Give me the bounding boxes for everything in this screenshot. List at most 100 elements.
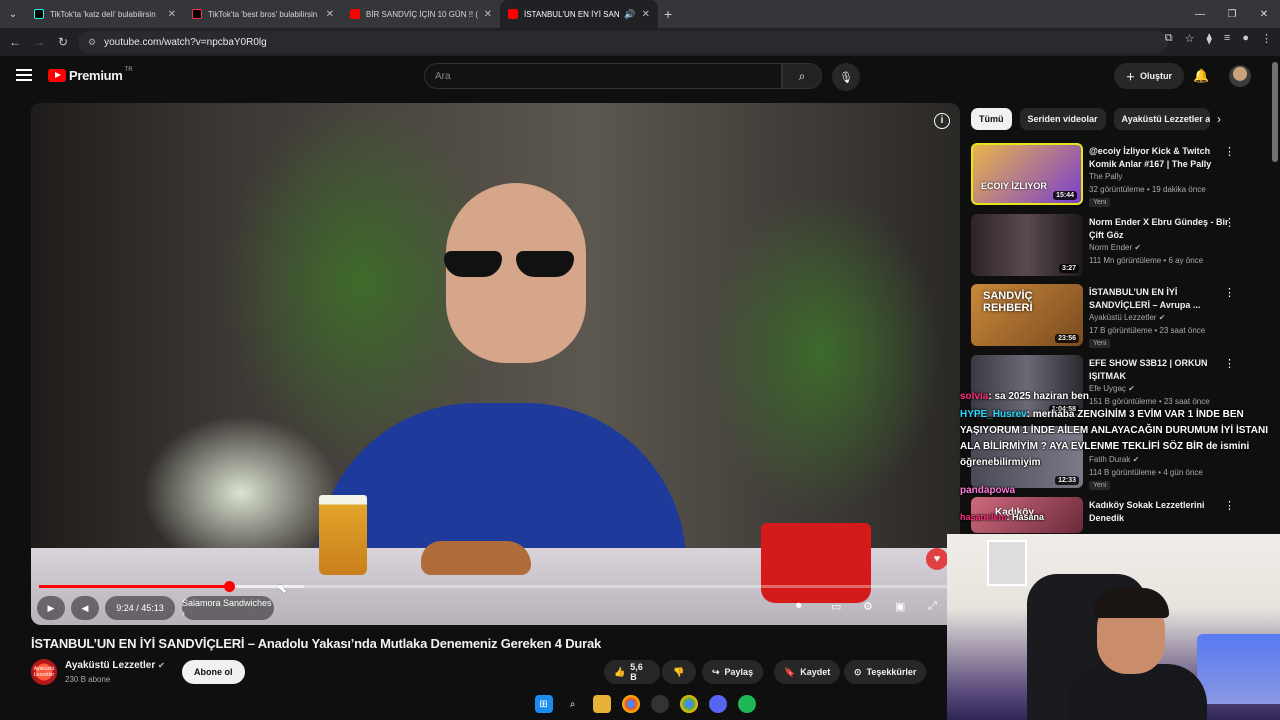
tiktok-icon <box>34 9 44 19</box>
video-player[interactable]: i ♥ ⬉ ▶ ◀ 9:24 / 45:13 Salamora Sandwich… <box>31 103 960 625</box>
heart-badge-icon[interactable]: ♥ <box>926 548 948 570</box>
taskbar-search-icon[interactable]: ⌕ <box>564 695 582 713</box>
info-icon[interactable]: i <box>934 113 950 129</box>
video-sandwich <box>421 541 531 575</box>
more-options-icon[interactable]: ⋮ <box>1224 357 1235 370</box>
discord-icon[interactable] <box>708 695 727 713</box>
restore-icon[interactable]: ❐ <box>1216 9 1248 20</box>
chat-message: solvia: sa 2025 haziran ben <box>960 389 1270 405</box>
new-tab-button[interactable]: + <box>664 6 672 22</box>
share-button[interactable]: ↪ Paylaş <box>702 660 764 684</box>
recommendation-filter-chips: Tümü Seriden videolar Ayaküstü Lezzetler… <box>971 108 1210 130</box>
recommendation-channel[interactable]: Norm Ender ✔ <box>1089 243 1141 252</box>
close-window-icon[interactable]: ✕ <box>1248 9 1280 20</box>
volume-button[interactable]: ◀ <box>71 596 99 620</box>
menu-kebab-icon[interactable]: ⋮ <box>1261 32 1272 45</box>
windows-start-icon[interactable]: ⊞ <box>534 695 553 713</box>
youtube-premium-logo[interactable]: Premium TR <box>48 67 133 83</box>
browser-tab[interactable]: TikTok'ta 'best bros' bulabilirsin ✕ <box>184 0 342 28</box>
menu-hamburger-icon[interactable] <box>16 69 32 81</box>
thanks-button[interactable]: ⊙ Teşekkürler <box>844 660 927 684</box>
speaker-icon[interactable]: 🔊 <box>624 9 635 20</box>
close-tab-icon[interactable]: ✕ <box>642 9 650 20</box>
bookmark-star-icon[interactable]: ☆ <box>1185 32 1195 45</box>
search-button[interactable]: ⌕ <box>782 63 822 89</box>
webcam-person-hair <box>1093 588 1169 618</box>
back-icon[interactable]: ← <box>3 35 27 49</box>
autoplay-toggle[interactable]: ⏺ <box>796 600 802 613</box>
chat-username: HYPE_Husrev <box>960 409 1027 420</box>
account-avatar[interactable] <box>1229 65 1251 87</box>
like-button[interactable]: 👍 5,6 B <box>604 660 660 684</box>
more-options-icon[interactable]: ⋮ <box>1224 216 1235 229</box>
video-thumbnail[interactable]: 3:27 <box>971 214 1083 276</box>
dislike-button[interactable]: 👎 <box>662 660 696 684</box>
time-display: 9:24 / 45:13 <box>105 596 175 620</box>
more-options-icon[interactable]: ⋮ <box>1224 286 1235 299</box>
extensions-icon[interactable]: ⧫ <box>1206 32 1211 45</box>
progress-scrubber[interactable] <box>223 581 235 592</box>
new-badge: Yeni <box>1089 339 1111 348</box>
profile-icon[interactable]: ● <box>1242 32 1249 45</box>
minimize-icon[interactable]: — <box>1184 9 1216 20</box>
chapter-button[interactable]: Salamora Sandwiches › <box>182 596 274 620</box>
recommendation-item[interactable]: ECOIY İZLIYOR 15:44 @ecoiy İzliyor Kick … <box>971 143 1271 207</box>
obs-icon[interactable] <box>650 695 669 713</box>
recommendation-item[interactable]: 3:27 Norm Ender X Ebru Gündeş - Bir Çift… <box>971 214 1271 278</box>
file-explorer-icon[interactable] <box>592 695 611 713</box>
play-button[interactable]: ▶ <box>37 596 65 620</box>
page-scrollbar[interactable] <box>1272 62 1278 162</box>
close-tab-icon[interactable]: ✕ <box>168 9 176 20</box>
channel-avatar[interactable]: Ayaküstü Lezzetler <box>31 659 57 685</box>
recommendation-title[interactable]: Norm Ender X Ebru Gündeş - Bir Çift Göz <box>1089 216 1231 242</box>
recommendation-channel[interactable]: Ayaküstü Lezzetler ✔ <box>1089 313 1165 322</box>
fullscreen-icon[interactable]: ⤢ <box>928 600 937 613</box>
more-options-icon[interactable]: ⋮ <box>1224 145 1235 158</box>
reload-icon[interactable]: ↻ <box>51 35 75 49</box>
chat-message: hasanelem: Hasana <box>960 509 1270 525</box>
recommendation-item[interactable]: SANDVİÇ REHBERİ 23:56 İSTANBUL’UN EN İYİ… <box>971 284 1271 348</box>
search-input[interactable]: Ara <box>424 63 782 89</box>
toolbar-actions: ⧉ ☆ ⧫ ≡ ● ⋮ <box>1165 32 1272 45</box>
chip-all[interactable]: Tümü <box>971 108 1012 130</box>
recommendation-title[interactable]: İSTANBUL’UN EN İYİ SANDVİÇLERİ – Avrupa … <box>1089 286 1231 312</box>
browser-tab[interactable]: BİR SANDVİÇ İÇİN 10 GÜN !! (P ✕ <box>342 0 500 28</box>
recommendation-meta: 17 B görüntüleme • 23 saat önce <box>1089 326 1206 335</box>
recommendation-title[interactable]: @ecoiy İzliyor Kick & Twitch Komik Anlar… <box>1089 145 1231 171</box>
chrome-icon[interactable] <box>679 695 698 713</box>
save-button[interactable]: 🔖 Kaydet <box>774 660 841 684</box>
channel-name-text: Ayaküstü Lezzetler <box>65 660 156 671</box>
chrome-icon[interactable] <box>621 695 640 713</box>
media-icon[interactable]: ≡ <box>1224 32 1230 45</box>
notifications-bell-icon[interactable]: 🔔 <box>1193 68 1209 84</box>
bookmark-icon: 🔖 <box>784 666 796 677</box>
browser-tab-active[interactable]: İSTANBUL'UN EN İYİ SANDV 🔊 ✕ <box>500 0 658 28</box>
subtitles-icon[interactable]: ▭ <box>831 600 841 613</box>
voice-search-button[interactable]: 🎙 <box>832 63 860 91</box>
create-button[interactable]: ＋ Oluştur <box>1114 63 1185 89</box>
chevron-right-icon[interactable]: › <box>1217 112 1221 126</box>
youtube-logo-icon <box>48 69 66 82</box>
video-thumbnail[interactable]: SANDVİÇ REHBERİ 23:56 <box>971 284 1083 346</box>
forward-icon[interactable]: → <box>27 35 51 49</box>
spotify-icon[interactable] <box>737 695 756 713</box>
progress-bar[interactable] <box>39 581 952 592</box>
settings-gear-icon[interactable]: ⚙ <box>863 600 873 613</box>
recommendation-channel[interactable]: The Pally <box>1089 172 1122 181</box>
chip-channel[interactable]: Ayaküstü Lezzetler ad <box>1113 108 1210 130</box>
recommendation-title[interactable]: EFE SHOW S3B12 | ORKUN IŞITMAK <box>1089 357 1231 383</box>
cast-icon[interactable]: ⧉ <box>1165 32 1173 45</box>
video-thumbnail[interactable]: ECOIY İZLIYOR 15:44 <box>971 143 1083 205</box>
subscribe-button[interactable]: Abone ol <box>182 660 245 684</box>
channel-name[interactable]: Ayaküstü Lezzetler ✔ <box>65 660 165 671</box>
close-tab-icon[interactable]: ✕ <box>326 9 334 20</box>
close-tab-icon[interactable]: ✕ <box>484 9 492 20</box>
theater-mode-icon[interactable]: ▣ <box>895 600 905 613</box>
browser-tab[interactable]: TikTok'ta 'katz deli' bulabilirsin ✕ <box>26 0 184 28</box>
address-bar[interactable]: ⚙ youtube.com/watch?v=npcbaY0R0lg <box>78 31 1168 53</box>
chat-text: : sa 2025 haziran ben <box>988 391 1089 402</box>
video-duration: 23:56 <box>1055 334 1079 343</box>
chip-series[interactable]: Seriden videolar <box>1019 108 1106 130</box>
tab-search-button[interactable]: ⌄ <box>0 9 26 20</box>
site-info-icon[interactable]: ⚙ <box>88 37 96 48</box>
